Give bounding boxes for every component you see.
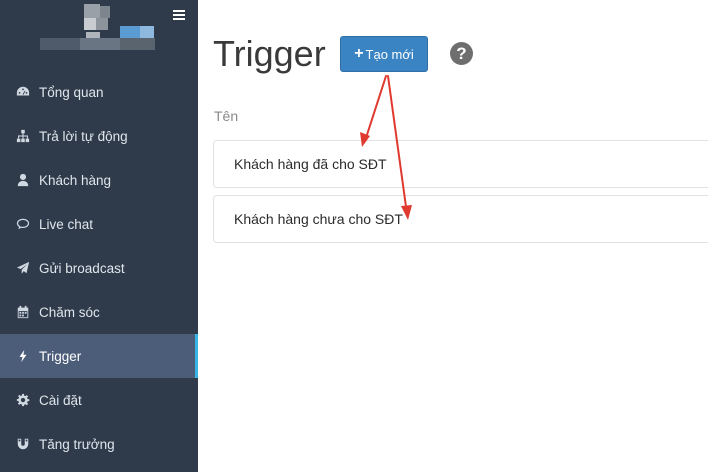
sidebar-item-tong-quan[interactable]: Tổng quan: [0, 70, 198, 114]
user-icon: [16, 173, 30, 187]
sidebar-item-tang-truong[interactable]: Tăng trưởng: [0, 422, 198, 466]
sidebar-item-cham-soc[interactable]: Chăm sóc: [0, 290, 198, 334]
gear-icon: [16, 393, 30, 407]
sidebar-item-tra-loi-tu-dong[interactable]: Trả lời tự động: [0, 114, 198, 158]
bolt-icon: [16, 349, 30, 363]
sidebar-item-trigger[interactable]: Trigger: [0, 334, 198, 378]
trigger-name: Khách hàng đã cho SĐT: [234, 156, 387, 172]
sidebar-item-label: Gửi broadcast: [39, 260, 125, 276]
help-icon[interactable]: ?: [450, 42, 473, 65]
sidebar-item-gui-broadcast[interactable]: Gửi broadcast: [0, 246, 198, 290]
calendar-icon: [16, 305, 30, 319]
trigger-name: Khách hàng chưa cho SĐT: [234, 211, 403, 227]
arrow-to-row-1: [364, 75, 387, 142]
sidebar-item-label: Tăng trưởng: [39, 436, 115, 452]
sidebar-item-label: Live chat: [39, 216, 94, 232]
column-header-name: Tên: [214, 108, 239, 124]
sitemap-icon: [16, 129, 30, 143]
magnet-icon: [16, 437, 30, 451]
sidebar-item-label: Chăm sóc: [39, 304, 100, 320]
plus-icon: +: [354, 45, 364, 62]
paper-plane-icon: [16, 261, 30, 275]
create-new-button[interactable]: + Tạo mới: [340, 36, 428, 72]
chat-bubble-icon: [16, 217, 30, 231]
sidebar-item-label: Trigger: [39, 348, 82, 364]
sidebar-item-label: Cài đặt: [39, 392, 82, 408]
page-title: Trigger: [213, 33, 326, 74]
sidebar-nav: Tổng quan Trả lời tự động Khách hàng Liv…: [0, 70, 198, 466]
trigger-row[interactable]: Khách hàng đã cho SĐT: [213, 140, 708, 188]
blurred-logo: [40, 4, 155, 52]
sidebar-item-label: Trả lời tự động: [39, 128, 128, 144]
trigger-row[interactable]: Khách hàng chưa cho SĐT: [213, 195, 708, 243]
dashboard-icon: [16, 85, 30, 99]
hamburger-menu-icon[interactable]: [173, 10, 185, 22]
sidebar-item-khach-hang[interactable]: Khách hàng: [0, 158, 198, 202]
sidebar-item-label: Khách hàng: [39, 172, 112, 188]
sidebar-item-live-chat[interactable]: Live chat: [0, 202, 198, 246]
create-new-label: Tạo mới: [365, 46, 414, 62]
sidebar-item-cai-dat[interactable]: Cài đặt: [0, 378, 198, 422]
sidebar: Tổng quan Trả lời tự động Khách hàng Liv…: [0, 0, 198, 472]
sidebar-item-label: Tổng quan: [39, 84, 104, 100]
